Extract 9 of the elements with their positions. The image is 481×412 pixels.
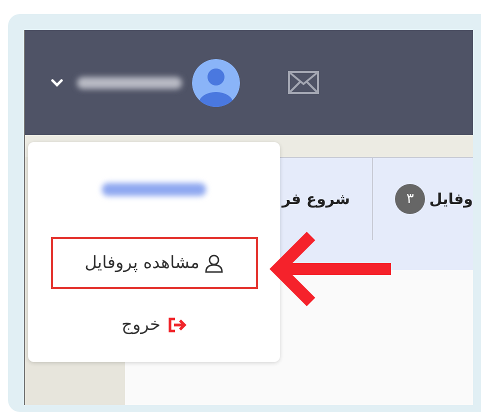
user-icon (205, 254, 224, 272)
tab[interactable]: وفایل ۳ (372, 158, 473, 240)
count-badge: ۳ (395, 184, 426, 214)
chevron-down-icon[interactable] (51, 78, 63, 86)
logout-icon (166, 317, 187, 333)
envelope-icon[interactable] (288, 71, 319, 94)
menu-item[interactable]: خروج (50, 299, 258, 351)
avatar-icon[interactable] (192, 58, 240, 106)
menu-item[interactable]: مشاهده پروفایل (50, 237, 258, 289)
